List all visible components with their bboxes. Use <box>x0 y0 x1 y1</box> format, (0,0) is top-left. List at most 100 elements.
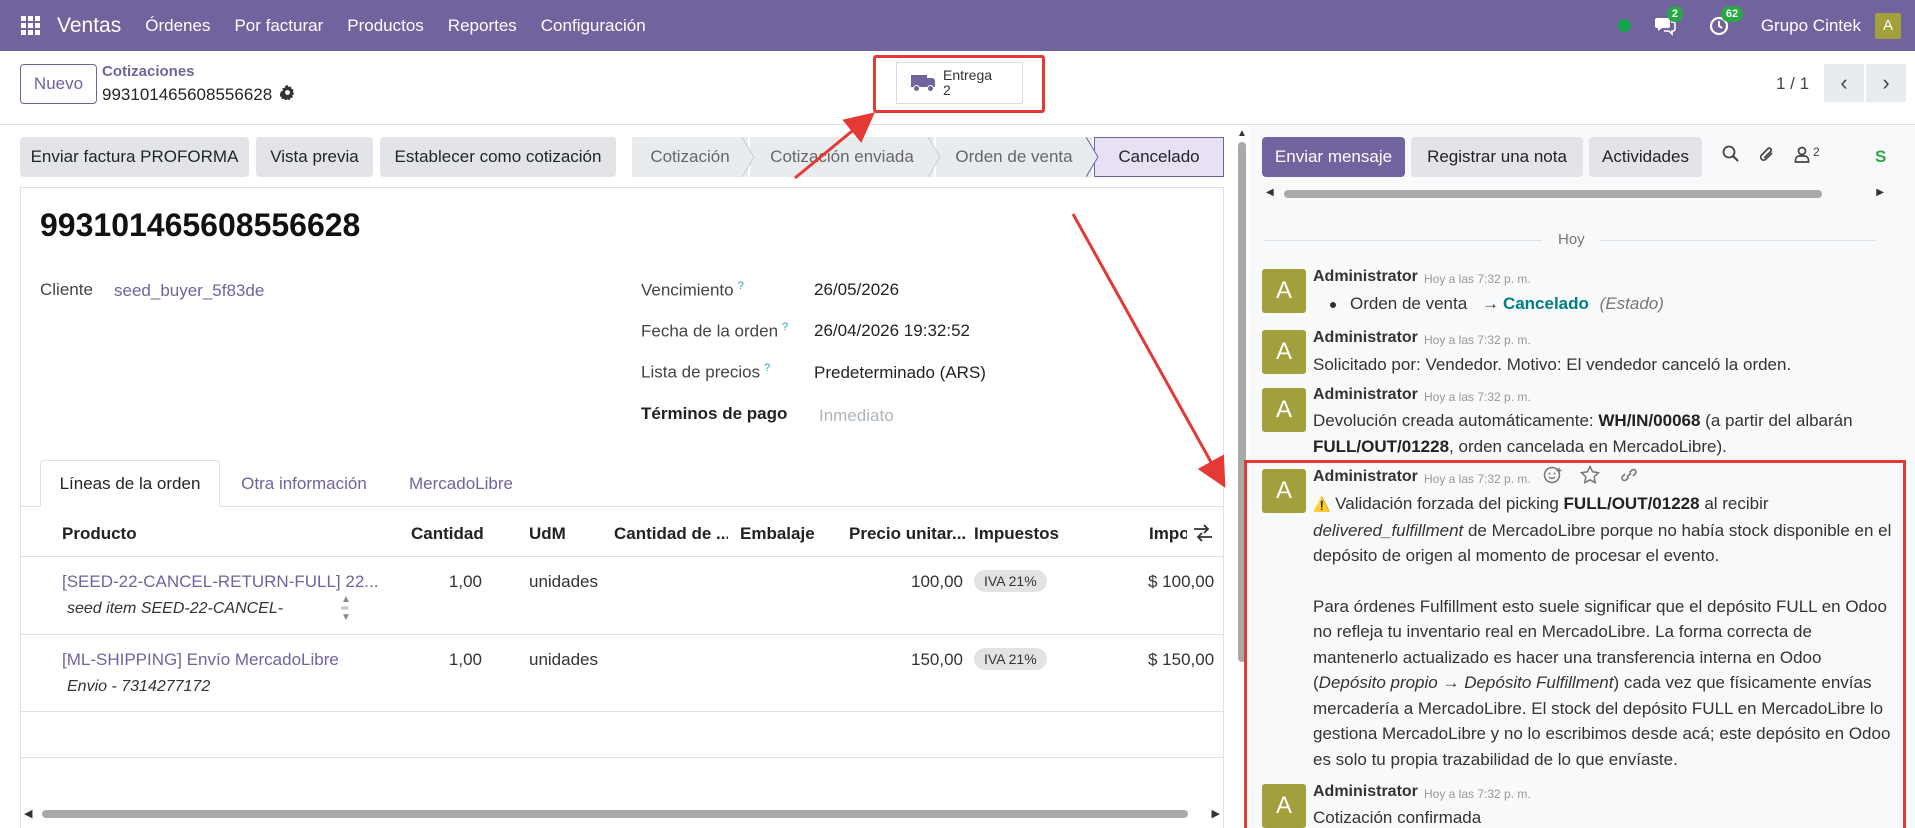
stage-cancelado[interactable]: Cancelado <box>1094 137 1224 177</box>
optional-columns-icon[interactable] <box>1193 524 1213 547</box>
date-separator-line <box>1600 240 1876 241</box>
row-unit-price[interactable]: 150,00 <box>849 650 963 670</box>
column-unit-price[interactable]: Precio unitar... <box>849 524 965 544</box>
search-icon[interactable] <box>1722 145 1740 169</box>
followers-icon[interactable]: 2 <box>1794 145 1820 163</box>
menu-ordenes[interactable]: Órdenes <box>145 16 210 36</box>
picking-ref[interactable]: FULL/OUT/01228 <box>1313 437 1449 456</box>
row-uom[interactable]: unidades <box>529 650 598 670</box>
app-name[interactable]: Ventas <box>57 14 121 38</box>
scroll-right-icon[interactable]: ▶ <box>1876 187 1884 198</box>
messages-icon[interactable]: 2 <box>1653 5 1683 38</box>
message-body: Cotización confirmada <box>1313 808 1482 827</box>
row-quantity[interactable]: 1,00 <box>411 650 482 670</box>
paperclip-icon[interactable] <box>1758 145 1776 171</box>
row-description[interactable]: Envio - 7314277172 <box>67 678 210 696</box>
column-product[interactable]: Producto <box>62 524 137 544</box>
send-message-button[interactable]: Enviar mensaje <box>1262 137 1405 177</box>
row-quantity[interactable]: 1,00 <box>411 572 482 592</box>
payment-terms-field[interactable]: Inmediato <box>819 406 894 426</box>
message-author[interactable]: Administrator <box>1313 783 1418 801</box>
menu-por-facturar[interactable]: Por facturar <box>234 16 323 36</box>
order-date-label: Fecha de la orden <box>641 321 779 341</box>
message-avatar[interactable]: A <box>1262 269 1306 313</box>
activities-button[interactable]: Actividades <box>1589 137 1702 177</box>
apps-menu-icon[interactable] <box>21 15 41 36</box>
scroll-right-icon[interactable]: ▶ <box>1212 807 1220 820</box>
breadcrumb-cotizaciones[interactable]: Cotizaciones <box>102 63 195 80</box>
followers-count: 2 <box>1813 145 1820 159</box>
scrollbar-thumb[interactable] <box>42 810 1188 818</box>
set-quotation-button[interactable]: Establecer como cotización <box>380 137 616 177</box>
log-note-button[interactable]: Registrar una nota <box>1411 137 1583 177</box>
pricelist-field[interactable]: Predeterminado (ARS) <box>814 363 986 383</box>
column-amount[interactable]: Impo <box>1149 524 1187 544</box>
arrow-right-icon: → <box>1481 294 1499 313</box>
chatter-s-indicator[interactable]: S <box>1875 147 1886 167</box>
expiration-label: Vencimiento <box>641 280 734 300</box>
row-tax-badge[interactable]: IVA 21% <box>974 570 1047 592</box>
company-switcher[interactable]: Grupo Cintek <box>1761 16 1861 36</box>
stage-cotizacion[interactable]: Cotización <box>632 137 748 177</box>
scroll-left-icon[interactable]: ◀ <box>1266 187 1274 198</box>
table-horizontal-scrollbar[interactable]: ◀ ▶ <box>20 804 1224 824</box>
activities-clock-icon[interactable]: 62 <box>1707 5 1744 38</box>
row-product[interactable]: [SEED-22-CANCEL-RETURN-FULL] 22... <box>62 572 378 592</box>
help-tooltip-icon[interactable]: ? <box>738 280 744 292</box>
help-tooltip-icon[interactable]: ? <box>764 362 770 374</box>
scroll-up-icon[interactable]: ▲ <box>1237 128 1247 139</box>
help-tooltip-icon[interactable]: ? <box>782 321 788 333</box>
message-author[interactable]: Administrator <box>1313 386 1418 404</box>
tracking-new-value: Cancelado <box>1502 294 1589 313</box>
message-date: Hoy a las 7:32 p. m. <box>1424 390 1531 404</box>
pricelist-label: Lista de precios <box>641 362 761 382</box>
send-proforma-button[interactable]: Enviar factura PROFORMA <box>20 137 249 177</box>
gear-icon[interactable] <box>279 85 295 105</box>
message-avatar[interactable]: A <box>1262 388 1306 432</box>
top-navbar: Ventas Órdenes Por facturar Productos Re… <box>0 0 1915 51</box>
messages-count-badge: 2 <box>1666 5 1683 22</box>
stage-orden-de-venta[interactable]: Orden de venta <box>936 137 1092 177</box>
menu-configuracion[interactable]: Configuración <box>541 16 646 36</box>
bullet-icon <box>1330 301 1336 308</box>
column-taxes[interactable]: Impuestos <box>974 524 1059 544</box>
expiration-label-wrap: Vencimiento? <box>641 280 744 301</box>
column-quantity[interactable]: Cantidad <box>411 524 484 544</box>
menu-productos[interactable]: Productos <box>347 16 424 36</box>
message-author[interactable]: Administrator <box>1313 268 1418 286</box>
order-date-field[interactable]: 26/04/2026 19:32:52 <box>814 321 970 341</box>
chatter-horizontal-scrollbar[interactable]: ◀ ▶ <box>1264 187 1886 201</box>
pager-next-button[interactable]: › <box>1866 64 1906 102</box>
customer-label: Cliente <box>40 280 93 299</box>
tab-mercadolibre[interactable]: MercadoLibre <box>394 460 528 507</box>
date-separator-today: Hoy <box>1558 231 1585 248</box>
pager-previous-button[interactable]: ‹ <box>1824 64 1864 102</box>
user-avatar[interactable]: A <box>1875 12 1901 39</box>
tab-order-lines[interactable]: Líneas de la orden <box>40 460 220 507</box>
expiration-field[interactable]: 26/05/2026 <box>814 280 899 300</box>
stage-cotizacion-enviada[interactable]: Cotización enviada <box>750 137 934 177</box>
row-tax-badge[interactable]: IVA 21% <box>974 648 1047 670</box>
pager-value[interactable]: 1 / 1 <box>1776 74 1809 94</box>
tab-other-info[interactable]: Otra información <box>228 460 380 507</box>
scroll-left-icon[interactable]: ◀ <box>24 807 32 820</box>
message-author[interactable]: Administrator <box>1313 329 1418 347</box>
activities-count-badge: 62 <box>1720 5 1744 22</box>
return-picking-ref[interactable]: WH/IN/00068 <box>1598 411 1700 430</box>
row-description[interactable]: seed item SEED-22-CANCEL- <box>67 600 283 618</box>
row-product[interactable]: [ML-SHIPPING] Envío MercadoLibre <box>62 650 339 670</box>
preview-button[interactable]: Vista previa <box>256 137 373 177</box>
column-packaging[interactable]: Embalaje <box>740 524 815 544</box>
column-qty-delivered[interactable]: Cantidad de ... <box>614 524 728 544</box>
new-button[interactable]: Nuevo <box>20 64 97 104</box>
column-uom[interactable]: UdM <box>529 524 566 544</box>
message-text: , orden cancelada en MercadoLibre). <box>1449 436 1727 456</box>
menu-reportes[interactable]: Reportes <box>448 16 517 36</box>
message-avatar[interactable]: A <box>1262 330 1306 374</box>
customer-field[interactable]: seed_buyer_5f83de <box>114 281 264 301</box>
scrollbar-thumb[interactable] <box>1284 190 1822 198</box>
row-unit-price[interactable]: 100,00 <box>849 572 963 592</box>
row-resize-handle-icon[interactable]: ▲ ═ ▼ <box>341 595 351 623</box>
message-avatar[interactable]: A <box>1262 784 1306 828</box>
row-uom[interactable]: unidades <box>529 572 598 592</box>
